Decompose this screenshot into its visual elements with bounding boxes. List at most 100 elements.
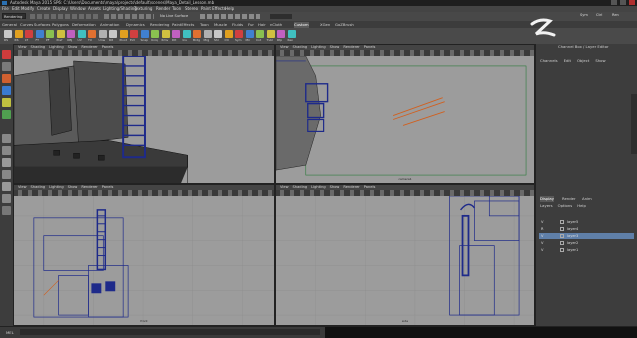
layer-row[interactable]: Vlayer1: [539, 247, 634, 253]
vp-menu-renderer[interactable]: Renderer: [81, 45, 97, 49]
shelf-button-icon[interactable]: [4, 30, 12, 38]
vp-menu-panels[interactable]: Panels: [102, 185, 114, 189]
select-tool-icon[interactable]: [2, 50, 11, 59]
shelf-button-icon[interactable]: [256, 30, 264, 38]
shelf-button-icon[interactable]: [151, 30, 159, 38]
viewport-perspective[interactable]: View Shading Lighting Show Renderer Panels: [13, 44, 275, 184]
shelf-button-icon[interactable]: [266, 30, 275, 38]
shelf-button-icon[interactable]: [182, 30, 191, 38]
paint-select-icon[interactable]: [2, 74, 11, 83]
options-menu[interactable]: Options: [558, 203, 573, 208]
lasso-tool-icon[interactable]: [2, 62, 11, 71]
object-menu[interactable]: Object: [577, 58, 589, 63]
shelf-button-icon[interactable]: [235, 30, 243, 38]
shelf-button-icon[interactable]: [140, 30, 149, 38]
vp-menu-renderer[interactable]: Renderer: [343, 185, 359, 189]
vp-menu-renderer[interactable]: Renderer: [343, 45, 359, 49]
persp-graph-layout-icon[interactable]: [2, 170, 11, 179]
vp-menu-panels[interactable]: Panels: [364, 45, 376, 49]
vp-menu-view[interactable]: View: [18, 45, 27, 49]
vp-menu-lighting[interactable]: Lighting: [49, 45, 64, 49]
viewport-front[interactable]: View Shading Lighting Show Renderer Panels fr…: [13, 184, 275, 326]
vp-menu-panels[interactable]: Panels: [364, 185, 376, 189]
shelf-button-icon[interactable]: [35, 30, 44, 38]
vp-menu-panels[interactable]: Panels: [102, 45, 114, 49]
vp-menu-show[interactable]: Show: [330, 45, 340, 49]
vp-menu-shading[interactable]: Shading: [31, 185, 46, 189]
persp-outliner-layout-icon[interactable]: [2, 158, 11, 167]
sym-toggle[interactable]: Sym: [580, 13, 588, 17]
layer-color-swatch[interactable]: [560, 241, 564, 245]
shelf-button-icon[interactable]: [67, 30, 75, 38]
shelf-button-icon[interactable]: [224, 30, 233, 38]
vp-menu-view[interactable]: View: [18, 185, 27, 189]
close-button[interactable]: [629, 0, 635, 5]
move-tool-icon[interactable]: [2, 86, 11, 95]
maximize-button[interactable]: [620, 0, 626, 5]
vp-menu-lighting[interactable]: Lighting: [311, 185, 326, 189]
show-menu[interactable]: Show: [595, 58, 605, 63]
shelf-button-icon[interactable]: [277, 30, 285, 38]
attribute-editor-side-tab[interactable]: [631, 94, 637, 154]
shelf-button-icon[interactable]: [77, 30, 86, 38]
edit-menu[interactable]: Edit: [564, 58, 571, 63]
layer-color-swatch[interactable]: [560, 248, 564, 252]
visibility-toggle[interactable]: V: [541, 247, 543, 253]
shelf-button-icon[interactable]: [193, 30, 201, 38]
input-field[interactable]: [270, 14, 292, 19]
layer-color-swatch[interactable]: [560, 234, 564, 238]
layer-row[interactable]: Vlayer2: [539, 240, 634, 246]
vp-menu-shading[interactable]: Shading: [31, 45, 46, 49]
layer-row[interactable]: Rlayer4: [539, 226, 634, 232]
visibility-toggle[interactable]: V: [541, 240, 543, 246]
ren-toggle[interactable]: Ren: [612, 13, 619, 17]
vp-menu-view[interactable]: View: [280, 45, 289, 49]
shelf-button-icon[interactable]: [46, 30, 54, 38]
shelf-button-icon[interactable]: [25, 30, 33, 38]
vp-menu-view[interactable]: View: [280, 185, 289, 189]
layer-color-swatch[interactable]: [560, 220, 564, 224]
shelf-button-icon[interactable]: [109, 30, 117, 38]
layers-menu[interactable]: Layers: [540, 203, 553, 208]
command-input[interactable]: [20, 329, 320, 335]
vp-menu-lighting[interactable]: Lighting: [311, 45, 326, 49]
tab-anim[interactable]: Anim: [582, 196, 592, 202]
vp-menu-shading[interactable]: Shading: [293, 45, 308, 49]
shelf-button-icon[interactable]: [172, 30, 180, 38]
channels-menu[interactable]: Channels: [540, 58, 558, 63]
shelf-button-icon[interactable]: [161, 30, 170, 38]
visibility-toggle[interactable]: V: [541, 233, 543, 239]
scale-tool-icon[interactable]: [2, 110, 11, 119]
vp-menu-show[interactable]: Show: [68, 185, 78, 189]
shelf-button-icon[interactable]: [88, 30, 96, 38]
viewport-side[interactable]: View Shading Lighting Show Renderer Panels si…: [275, 184, 535, 326]
menu-set-dropdown[interactable]: Rendering: [2, 13, 26, 19]
vp-menu-lighting[interactable]: Lighting: [49, 185, 64, 189]
shelf-button-icon[interactable]: [287, 30, 296, 38]
help-menu[interactable]: Help: [577, 203, 586, 208]
shelf-button-icon[interactable]: [56, 30, 65, 38]
tab-render[interactable]: Render: [562, 196, 576, 202]
visibility-toggle[interactable]: R: [541, 226, 544, 232]
four-view-layout-icon[interactable]: [2, 146, 11, 155]
layer-row[interactable]: Vlayer5: [539, 219, 634, 225]
shelf-button-icon[interactable]: [119, 30, 128, 38]
minimize-button[interactable]: [611, 0, 617, 5]
layer-color-swatch[interactable]: [560, 227, 564, 231]
vp-menu-show[interactable]: Show: [68, 45, 78, 49]
outliner-layout-icon[interactable]: [2, 194, 11, 203]
viewport-camera[interactable]: View Shading Lighting Show Renderer Panels ca…: [275, 44, 535, 184]
shelf-button-icon[interactable]: [98, 30, 107, 38]
vp-menu-shading[interactable]: Shading: [293, 185, 308, 189]
shelf-button-icon[interactable]: [214, 30, 222, 38]
ctrl-toggle[interactable]: Ctrl: [596, 13, 602, 17]
shelf-button-icon[interactable]: [245, 30, 254, 38]
visibility-toggle[interactable]: V: [541, 219, 543, 225]
graph-editor-layout-icon[interactable]: [2, 206, 11, 215]
shelf-button-icon[interactable]: [14, 30, 23, 38]
vp-menu-show[interactable]: Show: [330, 185, 340, 189]
shelf-button-icon[interactable]: [130, 30, 138, 38]
layer-row-selected[interactable]: Vlayer3: [539, 233, 634, 239]
rotate-tool-icon[interactable]: [2, 98, 11, 107]
shelf-button-icon[interactable]: [203, 30, 212, 38]
